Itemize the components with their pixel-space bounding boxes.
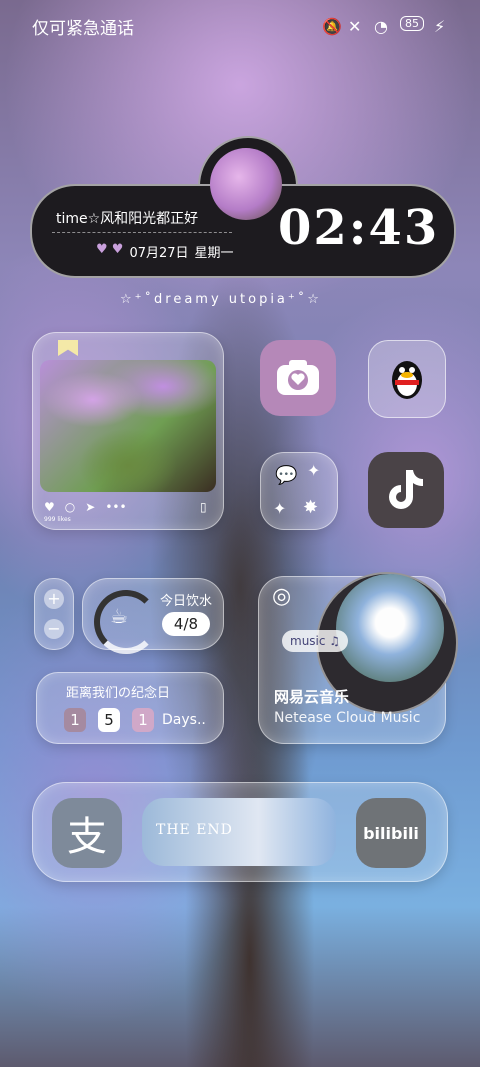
tiktok-app[interactable] — [368, 452, 444, 528]
plus-button[interactable]: + — [44, 589, 64, 609]
music-tag: music ♫ — [282, 630, 349, 652]
qq-app[interactable] — [368, 340, 446, 418]
cup-icon: ☕ — [110, 604, 128, 628]
water-value: 4/8 — [162, 612, 210, 636]
avatar-photo — [210, 148, 282, 220]
status-icons: 🔕 ✕ ◔ 85 ⚡ — [322, 16, 450, 36]
alipay-app[interactable]: 支 — [52, 798, 122, 868]
music-title: 网易云音乐 — [274, 688, 350, 706]
anniversary-title: 距离我们の纪念日 — [66, 686, 171, 701]
day-digit: 1 — [64, 708, 86, 732]
comment-icon[interactable]: ○ — [65, 500, 75, 514]
banner-text: THE END — [156, 822, 233, 838]
penguin-icon — [392, 361, 422, 399]
wechat-icon: 💬 — [275, 465, 298, 486]
sparkle-icon: ✦ — [273, 499, 287, 518]
album-cover — [336, 574, 444, 682]
wifi-icon: ◔ — [374, 16, 388, 36]
charging-icon: ⚡ — [434, 16, 446, 36]
more-icon[interactable]: ••• — [105, 500, 126, 514]
tiktok-icon — [389, 470, 423, 509]
share-icon[interactable]: ➤ — [85, 500, 95, 514]
clock-time: 02:43 — [278, 200, 440, 256]
mute-icon: 🔕 — [322, 16, 342, 36]
day-digit: 1 — [132, 708, 154, 732]
music-subtitle: Netease Cloud Music — [274, 710, 421, 726]
sim-off-icon: ✕ — [348, 16, 362, 36]
camera-icon — [277, 360, 319, 395]
netease-icon: ◎ — [272, 584, 292, 609]
app-folder[interactable]: 💬 ✦ ✦ ✸ — [260, 452, 338, 530]
days-unit: Days.. — [162, 712, 206, 728]
tagline: ☆⁺˚dreamy utopia⁺˚☆ — [120, 292, 322, 307]
bilibili-app[interactable]: bilibili — [356, 798, 426, 868]
likes-count: 999 likes — [44, 516, 71, 523]
divider — [52, 232, 232, 233]
camera-app[interactable] — [260, 340, 336, 416]
heart-icon: ♥ ♥ — [96, 242, 124, 257]
carrier-text: 仅可紧急通话 — [32, 19, 134, 39]
app-icon: ✸ — [303, 497, 319, 518]
day-digit: 5 — [98, 708, 120, 732]
like-icon[interactable]: ♥ — [44, 500, 55, 514]
minus-button[interactable]: − — [44, 619, 64, 639]
date-text: 07月27日 — [129, 246, 189, 261]
weekday-text: 星期一 — [194, 246, 234, 261]
water-title: 今日饮水 — [160, 594, 213, 609]
stepper: + − — [34, 578, 74, 650]
photo-actions: ♥ ○ ➤ ••• — [44, 500, 127, 514]
bilibili-icon: bilibili — [363, 823, 419, 843]
sparkle-icon: ✦ — [307, 461, 321, 480]
alipay-icon: 支 — [67, 814, 107, 860]
motto-text: time☆风和阳光都正好 — [56, 211, 199, 227]
photo-image — [40, 360, 216, 492]
save-icon[interactable]: ▯ — [200, 500, 207, 514]
date-row: ♥ ♥ 07月27日 星期一 — [96, 242, 234, 261]
battery-icon: 85 — [400, 16, 424, 31]
